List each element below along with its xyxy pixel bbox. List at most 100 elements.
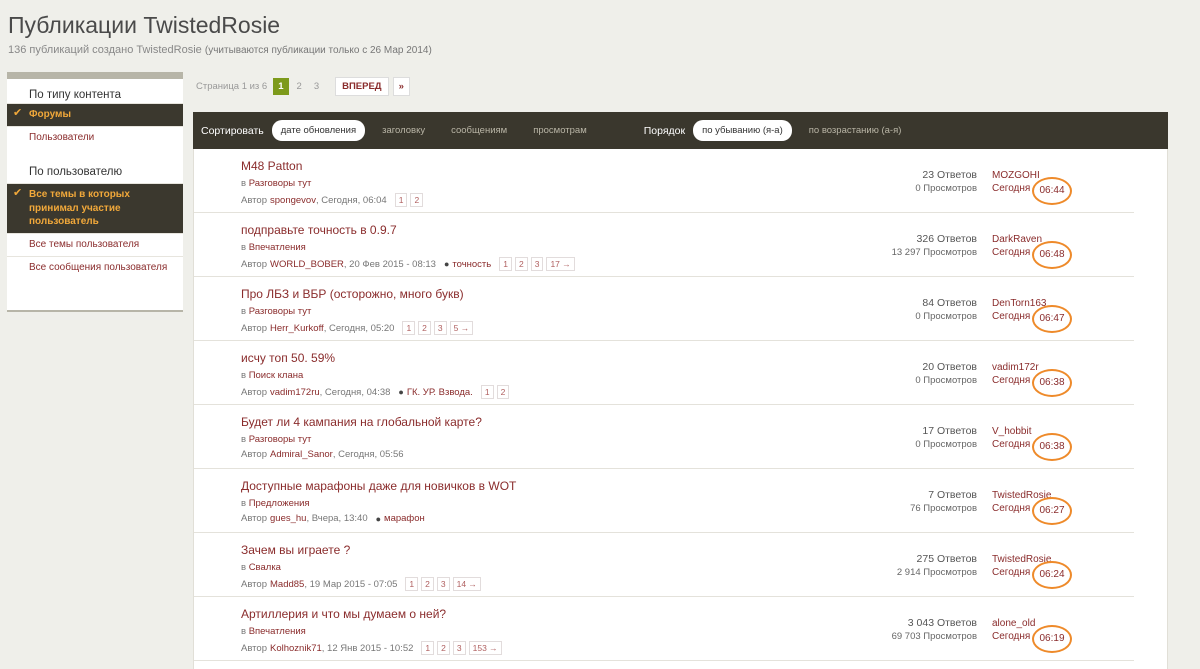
table-row: Доступные марафоны даже для новичков в W… — [194, 469, 1134, 533]
order-option-desc[interactable]: по убыванию (я-а) — [693, 120, 792, 141]
topic-page-link[interactable]: 1 — [421, 641, 435, 655]
sidebar-item-user-topics[interactable]: Все темы пользователя — [7, 232, 183, 256]
topic-title-link[interactable]: Артиллерия и что мы думаем о ней? — [241, 607, 446, 621]
forum-link[interactable]: Поиск клана — [249, 370, 304, 381]
topic-stats: 84 Ответов 0 Просмотров — [915, 297, 977, 323]
author-link[interactable]: Madd85 — [270, 579, 304, 590]
topic-page-link[interactable]: 2 — [421, 577, 434, 591]
forum-link[interactable]: Впечатления — [249, 626, 306, 637]
topic-title-link[interactable]: подправьте точность в 0.9.7 — [241, 223, 397, 237]
tag-icon: ● — [398, 387, 404, 397]
last-post-date-link[interactable]: Сегодня — [992, 247, 1030, 258]
topic-title-link[interactable]: Про ЛБЗ и ВБР (осторожно, много букв) — [241, 287, 464, 301]
last-post-time-highlight[interactable]: 06:38 — [1032, 369, 1072, 397]
last-post-time-highlight[interactable]: 06:27 — [1032, 497, 1072, 525]
author-link[interactable]: WORLD_BOBER — [270, 259, 344, 270]
last-post-time-highlight[interactable]: 06:24 — [1032, 561, 1072, 589]
forum-link[interactable]: Разговоры тут — [249, 178, 312, 189]
last-post-date-link[interactable]: Сегодня — [992, 439, 1030, 450]
topic-title-link[interactable]: M48 Patton — [241, 159, 302, 173]
topic-forum: в Поиск клана — [241, 370, 303, 381]
forum-link[interactable]: Разговоры тут — [249, 306, 312, 317]
topic-page-link[interactable]: 1 — [499, 257, 512, 271]
topic-page-link[interactable]: 3 — [452, 641, 466, 655]
page-link-1[interactable]: 1 — [273, 77, 289, 95]
sort-option-views[interactable]: просмотрам — [524, 120, 596, 141]
last-post-time-highlight[interactable]: 06:19 — [1032, 625, 1072, 653]
topic-page-link[interactable]: 2 — [410, 193, 424, 207]
topic-title-link[interactable]: Зачем вы играете ? — [241, 543, 350, 557]
last-post-user-link[interactable]: alone_old — [992, 618, 1035, 629]
sort-option-posts[interactable]: сообщениям — [442, 120, 516, 141]
sidebar-heading-by-user: По пользователю — [29, 166, 123, 178]
author-prefix: Автор — [241, 642, 267, 654]
forum-link[interactable]: Предложения — [249, 498, 310, 509]
last-post-date-link[interactable]: Сегодня — [992, 503, 1030, 514]
topic-page-link[interactable]: 2 — [496, 385, 510, 399]
topic-page-link[interactable]: 1 — [405, 577, 419, 591]
last-post-date-link[interactable]: Сегодня — [992, 567, 1030, 578]
page-link-2[interactable]: 2 — [293, 79, 306, 94]
topic-page-link[interactable]: 2 — [514, 257, 528, 271]
sidebar-item-participated-topics[interactable]: ✔ Все темы в которых принимал участие по… — [7, 183, 183, 233]
author-link[interactable]: gues_hu — [270, 513, 306, 524]
sidebar-item-users[interactable]: Пользователи — [7, 126, 183, 149]
author-link[interactable]: Kolhoznik71 — [270, 643, 322, 654]
topic-page-link[interactable]: 3 — [530, 257, 544, 271]
topic-page-link[interactable]: 14 → — [452, 577, 481, 591]
last-post-date-link[interactable]: Сегодня — [992, 375, 1030, 386]
sort-option-title[interactable]: заголовку — [373, 120, 434, 141]
sort-option-date[interactable]: дате обновления — [271, 120, 366, 141]
sidebar-item-forums[interactable]: ✔ Форумы — [7, 103, 183, 126]
author-link[interactable]: Herr_Kurkoff — [270, 323, 324, 334]
topic-page-link[interactable]: 17 → — [546, 257, 575, 271]
topic-page-link[interactable]: 3 — [436, 577, 450, 591]
last-page-button[interactable]: » — [392, 76, 410, 96]
last-post-time-highlight[interactable]: 06:44 — [1032, 177, 1072, 205]
topic-tag[interactable]: ● марафон — [376, 513, 425, 524]
author-link[interactable]: spongevov — [270, 195, 316, 206]
last-post-time-highlight[interactable]: 06:38 — [1032, 433, 1072, 461]
topic-meta: Автор Admiral_Sanor, Сегодня, 05:56 — [241, 449, 404, 460]
topic-page-link[interactable]: 1 — [394, 193, 408, 207]
page-link-3[interactable]: 3 — [310, 79, 323, 94]
last-post-user-link[interactable]: MOZGOHI — [992, 170, 1040, 181]
last-post: DarkRaven Сегодня 06:48 — [992, 233, 1072, 269]
forum-link[interactable]: Впечатления — [249, 242, 306, 253]
sidebar-item-user-posts[interactable]: Все сообщения пользователя — [7, 255, 183, 279]
last-post-user-link[interactable]: vadim172r — [992, 362, 1039, 373]
topic-meta: Автор Herr_Kurkoff, Сегодня, 05:20 1 2 3 5 → — [241, 321, 474, 335]
topic-title-link[interactable]: Будет ли 4 кампания на глобальной карте? — [241, 415, 482, 429]
topic-page-link[interactable]: 153 → — [468, 641, 502, 655]
topic-page-link[interactable]: 5 → — [449, 321, 474, 335]
topic-page-link[interactable]: 1 — [480, 385, 494, 399]
topic-page-link[interactable]: 2 — [437, 641, 450, 655]
topic-page-link[interactable]: 2 — [418, 321, 431, 335]
last-post-time-highlight[interactable]: 06:47 — [1032, 305, 1072, 333]
author-link[interactable]: Admiral_Sanor — [270, 449, 333, 460]
forum-link[interactable]: Свалка — [249, 562, 281, 573]
last-post-time-highlight[interactable]: 06:48 — [1032, 241, 1072, 269]
last-post-date-link[interactable]: Сегодня — [992, 631, 1030, 642]
topic-title-link[interactable]: Доступные марафоны даже для новичков в W… — [241, 479, 516, 493]
table-row: Будет ли 4 кампания на глобальной карте?… — [194, 405, 1134, 469]
next-page-button[interactable]: ВПЕРЕД — [335, 76, 389, 96]
last-post-date-link[interactable]: Сегодня — [992, 311, 1030, 322]
tag-icon: ● — [375, 513, 382, 524]
last-post-date-link[interactable]: Сегодня — [992, 183, 1030, 194]
topic-tag[interactable]: ● точность — [444, 259, 491, 270]
topic-stats: 3 043 Ответов 69 703 Просмотров — [892, 617, 977, 643]
author-prefix: Автор — [241, 449, 267, 460]
last-post-user-link[interactable]: DarkRaven — [992, 234, 1042, 245]
topic-title-link[interactable]: исчу топ 50. 59% — [241, 351, 335, 365]
topic-date: , Сегодня, 04:38 — [319, 386, 391, 398]
last-post-user-link[interactable]: V_hobbit — [992, 426, 1031, 437]
order-option-asc[interactable]: по возрастанию (а-я) — [800, 120, 911, 141]
topic-page-link[interactable]: 3 — [433, 321, 447, 335]
forum-link[interactable]: Разговоры тут — [249, 434, 312, 445]
topic-page-link[interactable]: 1 — [402, 321, 416, 335]
topic-meta: Автор WORLD_BOBER, 20 Фев 2015 - 08:13 ● то… — [241, 257, 575, 271]
author-link[interactable]: vadim172ru — [270, 387, 320, 398]
order-label: Порядок — [643, 124, 686, 137]
topic-tag[interactable]: ● ГК. УР. Взвода. — [398, 387, 472, 398]
